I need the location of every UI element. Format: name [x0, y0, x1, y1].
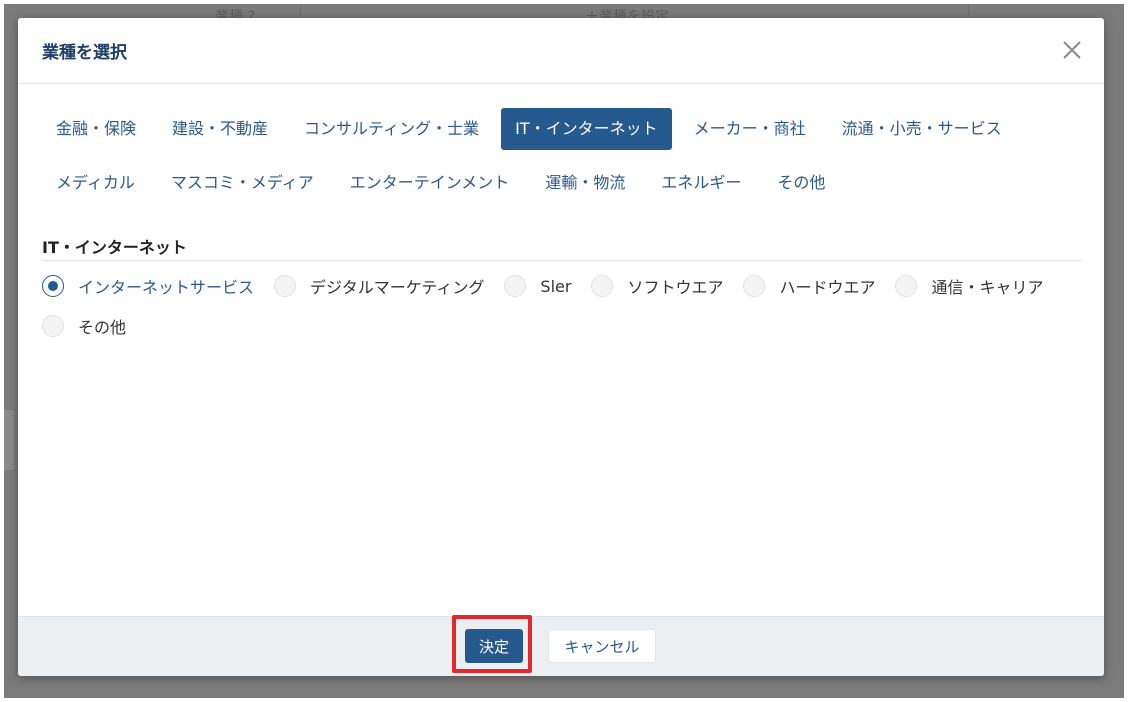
radio-button[interactable] [743, 275, 766, 297]
radio-label: ハードウエア [779, 278, 876, 297]
radio-row-1: インターネットサービス デジタルマーケティング Sler ソフトウエア ハードウ… [42, 271, 1092, 301]
tab-distribution-retail-service[interactable]: 流通・小売・サービス [828, 108, 1016, 150]
tab-entertainment[interactable]: エンターテインメント [336, 162, 524, 204]
dialog-footer: 決定 キャンセル [18, 615, 1104, 676]
radio-label: インターネットサービス [78, 278, 255, 297]
industry-select-dialog: 業種を選択 金融・保険 建設・不動産 コンサルティング・士業 IT・インターネッ… [18, 18, 1104, 676]
category-tabs-row-2: メディカル マスコミ・メディア エンターテインメント 運輸・物流 エネルギー そ… [42, 162, 1082, 204]
radio-button[interactable] [274, 275, 297, 297]
tab-energy[interactable]: エネルギー [647, 162, 755, 204]
category-tabs-row-1: 金融・保険 建設・不動産 コンサルティング・士業 IT・インターネット メーカー… [42, 108, 1082, 150]
tab-transport-logistics[interactable]: 運輸・物流 [531, 162, 639, 204]
section-divider [42, 260, 1082, 261]
radio-button[interactable] [895, 275, 918, 297]
background-divider [300, 4, 301, 18]
radio-button-checked[interactable] [42, 275, 64, 297]
radio-button[interactable] [504, 275, 527, 297]
tab-consulting[interactable]: コンサルティング・士業 [290, 108, 493, 150]
radio-label: デジタルマーケティング [310, 278, 485, 297]
radio-hardware[interactable]: ハードウエア [743, 274, 875, 298]
dialog-header: 業種を選択 [18, 18, 1104, 84]
radio-row-2: その他 [42, 311, 1092, 341]
tab-finance-insurance[interactable]: 金融・保険 [42, 108, 150, 150]
radio-digital-marketing[interactable]: デジタルマーケティング [274, 274, 484, 298]
section-title: IT・インターネット [42, 238, 187, 257]
cancel-button[interactable]: キャンセル [548, 629, 656, 663]
radio-other[interactable]: その他 [42, 314, 126, 338]
tab-mass-media[interactable]: マスコミ・メディア [157, 162, 328, 204]
radio-label: その他 [78, 318, 127, 337]
tab-other[interactable]: その他 [763, 162, 839, 204]
radio-label: Sler [540, 276, 572, 296]
radio-sler[interactable]: Sler [504, 275, 571, 297]
radio-label: 通信・キャリア [931, 278, 1044, 297]
background-field-label: 業種 ? [215, 9, 255, 18]
background-divider [968, 4, 969, 18]
radio-software[interactable]: ソフトウエア [591, 274, 723, 298]
tab-medical[interactable]: メディカル [42, 162, 149, 204]
subcategory-radio-group: インターネットサービス デジタルマーケティング Sler ソフトウエア ハードウ… [42, 271, 1092, 351]
tab-it-internet[interactable]: IT・インターネット [501, 108, 672, 150]
radio-label: ソフトウエア [627, 278, 724, 297]
dialog-title: 業種を選択 [42, 43, 127, 63]
radio-telecom-carrier[interactable]: 通信・キャリア [895, 274, 1044, 298]
radio-button[interactable] [591, 275, 614, 297]
radio-button[interactable] [42, 315, 64, 337]
tab-manufacturer-trading[interactable]: メーカー・商社 [680, 108, 820, 150]
tab-construction-real-estate[interactable]: 建設・不動産 [158, 108, 282, 150]
background-add-industry-link: ＋業種を設定 [585, 9, 669, 18]
confirm-button[interactable]: 決定 [465, 629, 523, 663]
close-icon[interactable] [1060, 38, 1084, 62]
background-panel [4, 410, 14, 470]
category-tabs: 金融・保険 建設・不動産 コンサルティング・士業 IT・インターネット メーカー… [42, 108, 1082, 216]
radio-internet-service[interactable]: インターネットサービス [42, 274, 254, 298]
